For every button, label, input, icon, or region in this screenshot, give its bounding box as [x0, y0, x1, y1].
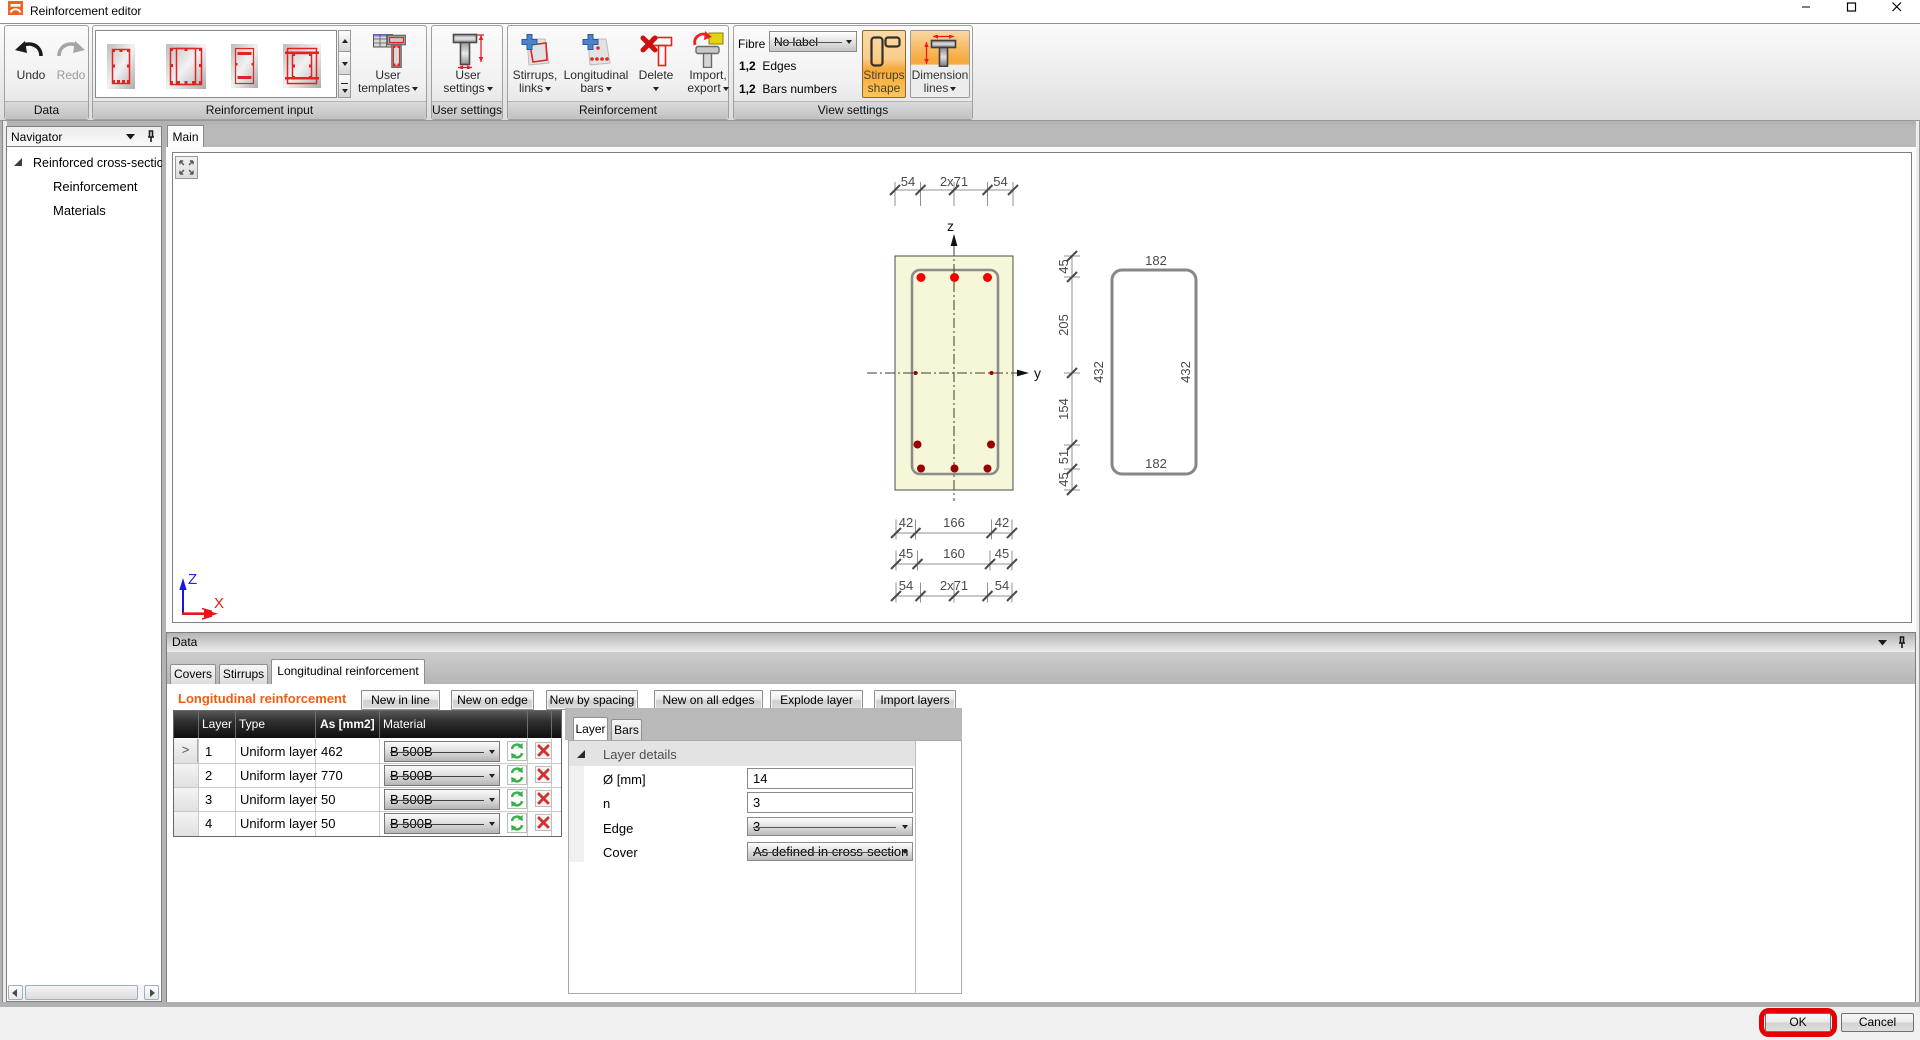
svg-text:42: 42: [995, 515, 1009, 530]
svg-text:432: 432: [1178, 361, 1193, 383]
svg-text:X: X: [214, 595, 224, 612]
svg-text:42: 42: [899, 515, 913, 530]
svg-text:205: 205: [1056, 314, 1071, 336]
svg-text:2x71: 2x71: [940, 578, 968, 593]
svg-text:Z: Z: [188, 571, 197, 588]
svg-text:160: 160: [943, 546, 965, 561]
svg-text:54: 54: [901, 174, 915, 189]
svg-text:z: z: [947, 218, 954, 234]
svg-text:45: 45: [1056, 472, 1071, 486]
svg-text:2x71: 2x71: [940, 174, 968, 189]
svg-text:154: 154: [1056, 398, 1071, 420]
svg-text:54: 54: [899, 578, 913, 593]
svg-text:182: 182: [1145, 456, 1167, 471]
svg-text:y: y: [1034, 365, 1041, 381]
svg-text:51: 51: [1056, 450, 1071, 464]
svg-text:54: 54: [993, 174, 1007, 189]
svg-text:166: 166: [943, 515, 965, 530]
svg-text:182: 182: [1145, 253, 1167, 268]
svg-text:54: 54: [995, 578, 1009, 593]
svg-text:45: 45: [899, 546, 913, 561]
svg-text:432: 432: [1091, 361, 1106, 383]
svg-text:45: 45: [995, 546, 1009, 561]
svg-text:45: 45: [1056, 259, 1071, 273]
